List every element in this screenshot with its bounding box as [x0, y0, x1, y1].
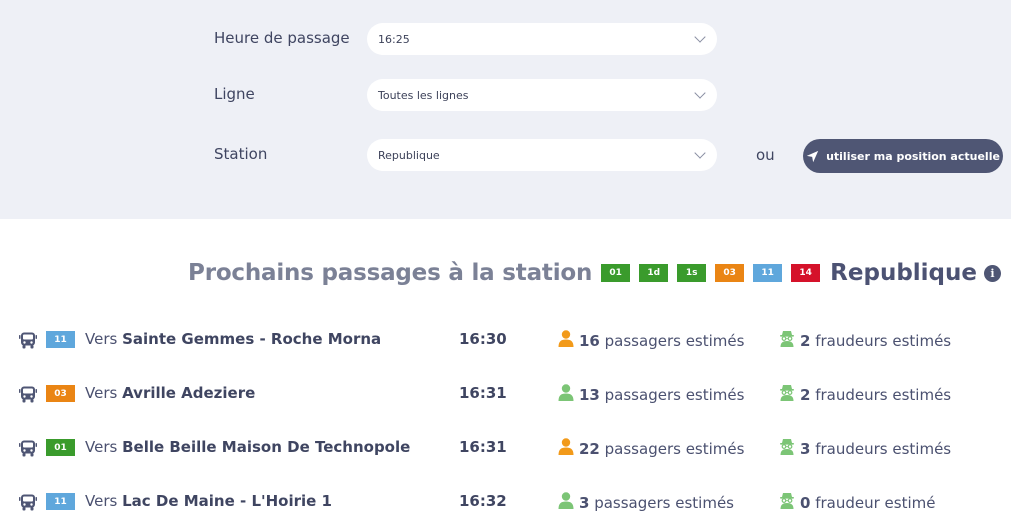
chevron-down-icon: [694, 87, 706, 99]
passengers-estimate: 13 passagers estimés: [558, 384, 744, 405]
passengers-estimate: 22 passagers estimés: [558, 438, 744, 459]
chevron-down-icon: [694, 31, 706, 43]
departure-row[interactable]: 03 Vers Avrille Adeziere 16:31 13 passagers…: [0, 382, 1011, 406]
station-select-value: Republique: [378, 148, 440, 162]
destination: Vers Sainte Gemmes - Roche Morna: [85, 330, 381, 348]
bus-icon: [19, 494, 37, 515]
destination-name: Belle Beille Maison De Technopole: [122, 438, 411, 456]
person-icon: [558, 384, 574, 405]
passengers-text: passagers estimés: [604, 331, 745, 350]
departure-row[interactable]: 11 Vers Sainte Gemmes - Roche Morna 16:30 1…: [0, 328, 1011, 352]
filter-panel: Heure de passage 16:25 Ligne Toutes les …: [0, 0, 1011, 219]
heading-station-name: Republique: [830, 260, 977, 286]
fraud-count: 0: [800, 493, 811, 512]
time-select[interactable]: 16:25: [367, 23, 717, 55]
destination-name: Avrille Adeziere: [122, 384, 256, 402]
passengers-text: passagers estimés: [594, 493, 735, 512]
location-arrow-icon: [806, 150, 819, 163]
line-badge-03: 03: [715, 264, 745, 282]
destination: Vers Avrille Adeziere: [85, 384, 255, 402]
line-badge: 11: [46, 493, 75, 510]
departure-time: 16:31: [459, 438, 507, 456]
heading-line-badges: 01 1d 1s 03 11 14: [601, 264, 829, 282]
destination-name: Sainte Gemmes - Roche Morna: [122, 330, 382, 348]
destination: Vers Lac De Maine - L'Hoirie 1: [85, 492, 332, 510]
departure-row[interactable]: 01 Vers Belle Beille Maison De Technopole…: [0, 436, 1011, 460]
bus-icon: [19, 440, 37, 461]
departure-row[interactable]: 11 Vers Lac De Maine - L'Hoirie 1 16:32 3 p…: [0, 490, 1011, 514]
line-select-value: Toutes les lignes: [378, 88, 469, 102]
passengers-count: 13: [579, 385, 600, 404]
info-icon[interactable]: i: [984, 264, 1001, 282]
destination-prefix: Vers: [85, 330, 118, 348]
destination-name: Lac De Maine - L'Hoirie 1: [122, 492, 332, 510]
section-heading: Prochains passages à la station 01 1d 1s 03…: [188, 257, 1001, 289]
spy-icon: [779, 384, 795, 405]
departure-time: 16:31: [459, 384, 507, 402]
passengers-count: 16: [579, 331, 600, 350]
line-badge: 01: [46, 439, 75, 456]
destination: Vers Belle Beille Maison De Technopole: [85, 438, 410, 456]
chevron-down-icon: [694, 147, 706, 159]
passengers-text: passagers estimés: [604, 439, 745, 458]
fraud-estimate: 2 fraudeurs estimés: [779, 330, 951, 351]
line-badge-1d: 1d: [639, 264, 669, 282]
line-badge: 11: [46, 331, 75, 348]
line-badge-1s: 1s: [677, 264, 707, 282]
heading-title: Prochains passages à la station: [188, 260, 593, 286]
fraud-text: fraudeurs estimés: [815, 439, 952, 458]
use-my-position-button[interactable]: utiliser ma position actuelle: [803, 139, 1003, 173]
passengers-estimate: 3 passagers estimés: [558, 492, 734, 513]
passengers-count: 22: [579, 439, 600, 458]
person-icon: [558, 492, 574, 513]
destination-prefix: Vers: [85, 438, 118, 456]
fraud-count: 2: [800, 385, 811, 404]
fraud-estimate: 0 fraudeur estimé: [779, 492, 936, 513]
spy-icon: [779, 330, 795, 351]
or-text: ou: [756, 146, 775, 164]
departure-time: 16:30: [459, 330, 507, 348]
use-my-position-label: utiliser ma position actuelle: [826, 149, 1000, 163]
fraud-count: 2: [800, 331, 811, 350]
person-icon: [558, 330, 574, 351]
line-label: Ligne: [214, 85, 255, 103]
station-label: Station: [214, 145, 268, 163]
spy-icon: [779, 492, 795, 513]
line-badge: 03: [46, 385, 75, 402]
fraud-estimate: 2 fraudeurs estimés: [779, 384, 951, 405]
line-badge-01: 01: [601, 264, 631, 282]
passengers-count: 3: [579, 493, 590, 512]
passengers-text: passagers estimés: [604, 385, 745, 404]
destination-prefix: Vers: [85, 492, 118, 510]
departure-time: 16:32: [459, 492, 507, 510]
line-badge-11: 11: [753, 264, 783, 282]
destination-prefix: Vers: [85, 384, 118, 402]
time-select-value: 16:25: [378, 32, 410, 46]
person-icon: [558, 438, 574, 459]
fraud-text: fraudeurs estimés: [815, 385, 952, 404]
fraud-text: fraudeur estimé: [815, 493, 936, 512]
line-select[interactable]: Toutes les lignes: [367, 79, 717, 111]
line-badge-14: 14: [791, 264, 821, 282]
fraud-text: fraudeurs estimés: [815, 331, 952, 350]
fraud-estimate: 3 fraudeurs estimés: [779, 438, 951, 459]
station-select[interactable]: Republique: [367, 139, 717, 171]
bus-icon: [19, 332, 37, 353]
passengers-estimate: 16 passagers estimés: [558, 330, 744, 351]
fraud-count: 3: [800, 439, 811, 458]
time-label: Heure de passage: [214, 29, 350, 47]
spy-icon: [779, 438, 795, 459]
bus-icon: [19, 386, 37, 407]
